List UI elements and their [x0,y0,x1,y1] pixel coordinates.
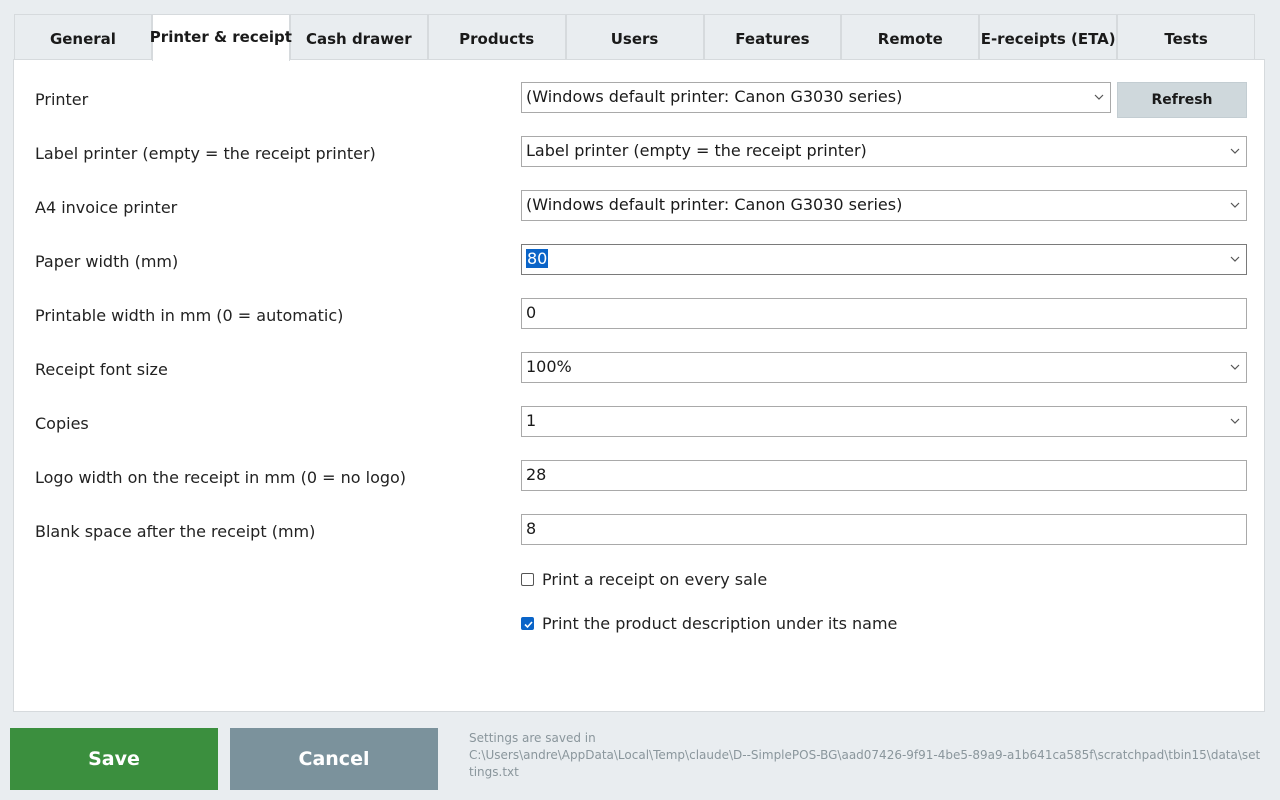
font-size-value: 100% [526,357,572,376]
tab-tests[interactable]: Tests [1117,14,1255,60]
logo-width-value: 28 [526,465,547,484]
settings-path: C:\Users\andre\AppData\Local\Temp\claude… [469,748,1261,779]
tab-users[interactable]: Users [565,14,704,60]
tab-general[interactable]: General [14,14,152,60]
paper-width-label: Paper width (mm) [35,252,179,271]
label-printer-select-value: Label printer (empty = the receipt print… [526,141,867,160]
chevron-down-icon [1230,148,1240,154]
label-printer-select[interactable]: Label printer (empty = the receipt print… [521,136,1247,167]
print-description-checkbox[interactable] [521,617,534,630]
printable-width-value: 0 [526,303,537,322]
save-button[interactable]: Save [10,728,218,790]
copies-label: Copies [35,414,89,433]
print-every-sale-row[interactable]: Print a receipt on every sale [521,570,767,589]
checkmark-icon [524,621,533,629]
print-every-sale-checkbox[interactable] [521,573,534,586]
printable-width-input[interactable]: 0 [521,298,1247,329]
tab-features[interactable]: Features [703,14,842,60]
font-size-label: Receipt font size [35,360,168,379]
tab-e-receipts[interactable]: E-receipts (ETA) [979,14,1118,60]
blank-space-label: Blank space after the receipt (mm) [35,522,316,541]
chevron-down-icon [1230,418,1240,424]
saved-in-label: Settings are saved in [469,731,596,745]
printer-select[interactable]: (Windows default printer: Canon G3030 se… [521,82,1111,113]
chevron-down-icon [1230,256,1240,262]
chevron-down-icon [1094,94,1104,100]
font-size-select[interactable]: 100% [521,352,1247,383]
a4-printer-select-value: (Windows default printer: Canon G3030 se… [526,195,903,214]
logo-width-label: Logo width on the receipt in mm (0 = no … [35,468,407,487]
tab-printer-receipt[interactable]: Printer & receipt [150,14,292,61]
label-printer-label: Label printer (empty = the receipt print… [35,144,376,163]
print-every-sale-label: Print a receipt on every sale [542,570,768,589]
cancel-button[interactable]: Cancel [230,728,438,790]
a4-printer-label: A4 invoice printer [35,198,178,217]
printer-label: Printer [35,90,89,109]
paper-width-combo[interactable]: 80 [521,244,1247,275]
tab-cash-drawer[interactable]: Cash drawer [289,14,428,60]
copies-value: 1 [526,411,537,430]
printable-width-label: Printable width in mm (0 = automatic) [35,306,344,325]
copies-select[interactable]: 1 [521,406,1247,437]
settings-tabs: General Printer & receipt Cash drawer Pr… [14,14,1255,61]
tab-products[interactable]: Products [427,14,566,60]
logo-width-input[interactable]: 28 [521,460,1247,491]
print-description-label: Print the product description under its … [542,614,898,633]
chevron-down-icon [1230,364,1240,370]
print-description-row[interactable]: Print the product description under its … [521,614,897,633]
printer-select-value: (Windows default printer: Canon G3030 se… [526,87,903,106]
settings-path-note: Settings are saved in C:\Users\andre\App… [469,730,1261,781]
blank-space-input[interactable]: 8 [521,514,1247,545]
chevron-down-icon [1230,202,1240,208]
tab-remote[interactable]: Remote [841,14,980,60]
paper-width-value: 80 [526,249,549,268]
refresh-button[interactable]: Refresh [1117,82,1247,118]
blank-space-value: 8 [526,519,537,538]
a4-printer-select[interactable]: (Windows default printer: Canon G3030 se… [521,190,1247,221]
